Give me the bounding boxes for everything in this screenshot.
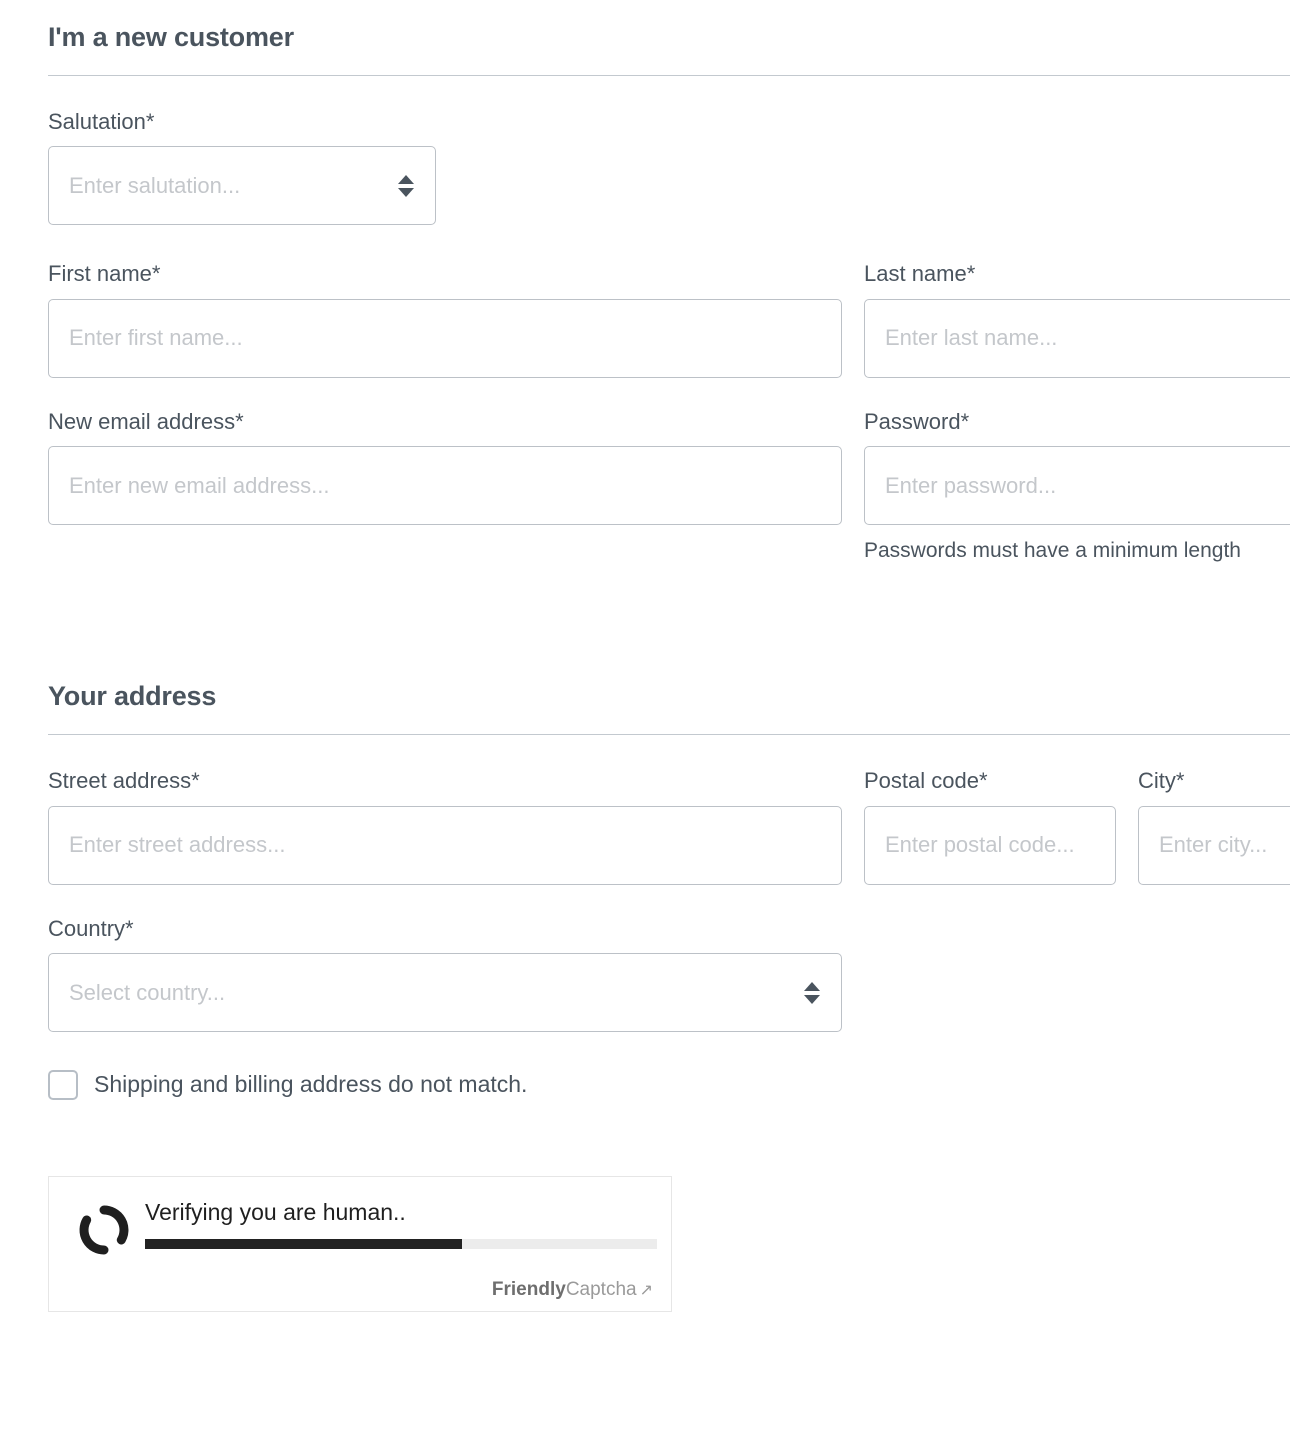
brand-name-rest: Captcha	[566, 1279, 637, 1300]
salutation-select[interactable]	[48, 146, 436, 225]
captcha-status-text: Verifying you are human..	[145, 1199, 657, 1227]
captcha-progress-fill	[145, 1239, 462, 1249]
field-first-name: First name*	[48, 261, 842, 377]
shipping-billing-mismatch-label: Shipping and billing address do not matc…	[94, 1071, 527, 1099]
city-input[interactable]	[1138, 806, 1290, 885]
field-password: Password* Passwords must have a minimum …	[864, 409, 1290, 564]
field-city: City*	[1138, 768, 1290, 884]
external-link-icon: ↗	[640, 1282, 653, 1299]
salutation-select-wrapper[interactable]	[48, 146, 436, 225]
row-salutation: Salutation*	[48, 109, 1290, 225]
field-street-address: Street address*	[48, 768, 842, 884]
email-input[interactable]	[48, 446, 842, 525]
shipping-billing-mismatch-checkbox[interactable]	[48, 1070, 78, 1100]
field-last-name: Last name*	[864, 261, 1290, 377]
registration-form-page: I'm a new customer Salutation* First nam…	[48, 0, 1290, 1312]
label-country: Country*	[48, 916, 842, 942]
row-credentials: New email address* Password* Passwords m…	[48, 409, 1290, 564]
row-country: Country*	[48, 916, 1290, 1032]
label-password: Password*	[864, 409, 1290, 435]
shipping-billing-mismatch-checkbox-row[interactable]: Shipping and billing address do not matc…	[48, 1070, 1290, 1100]
row-name: First name* Last name*	[48, 261, 1290, 377]
country-select[interactable]	[48, 953, 842, 1032]
label-postal-code: Postal code*	[864, 768, 1116, 794]
street-address-input[interactable]	[48, 806, 842, 885]
captcha-status-body: Verifying you are human..	[145, 1193, 657, 1249]
section-title-address: Your address	[48, 681, 1290, 712]
postal-code-input[interactable]	[864, 806, 1116, 885]
field-postal-code: Postal code*	[864, 768, 1116, 884]
brand-name-bold: Friendly	[492, 1279, 566, 1300]
first-name-input[interactable]	[48, 299, 842, 378]
password-input[interactable]	[864, 446, 1290, 525]
captcha-main-row: Verifying you are human..	[63, 1193, 657, 1279]
label-last-name: Last name*	[864, 261, 1290, 287]
field-salutation: Salutation*	[48, 109, 436, 225]
label-salutation: Salutation*	[48, 109, 436, 135]
row-address: Street address* Postal code* City*	[48, 768, 1290, 884]
friendly-captcha-widget[interactable]: Verifying you are human.. FriendlyCaptch…	[48, 1176, 672, 1312]
country-select-wrapper[interactable]	[48, 953, 842, 1032]
label-first-name: First name*	[48, 261, 842, 287]
last-name-input[interactable]	[864, 299, 1290, 378]
label-street-address: Street address*	[48, 768, 842, 794]
friendly-captcha-brand[interactable]: FriendlyCaptcha↗	[63, 1279, 657, 1301]
loading-spinner-icon	[77, 1203, 131, 1257]
label-email: New email address*	[48, 409, 842, 435]
field-email: New email address*	[48, 409, 842, 564]
label-city: City*	[1138, 768, 1290, 794]
captcha-progress-track	[145, 1239, 657, 1249]
password-help-text: Passwords must have a minimum length	[864, 538, 1290, 563]
field-country: Country*	[48, 916, 842, 1032]
page-title: I'm a new customer	[48, 22, 1290, 53]
